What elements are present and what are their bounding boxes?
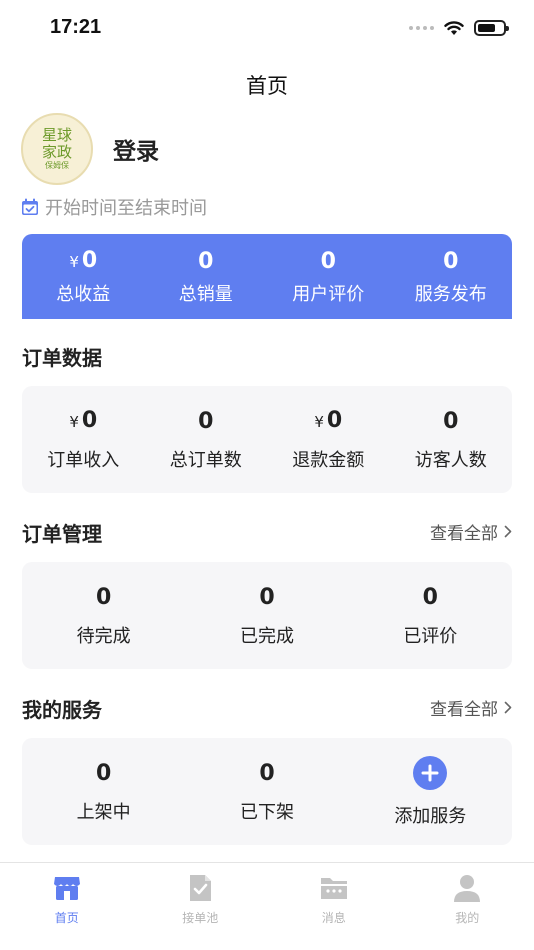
orders-completed[interactable]: 0 已完成 — [185, 562, 348, 669]
summary-banner: ¥0 总收益 0 总销量 0 用户评价 0 服务发布 — [22, 234, 512, 319]
visitor-count[interactable]: 0 访客人数 — [390, 386, 513, 493]
calendar-icon — [22, 198, 38, 215]
status-bar: 17:21 — [0, 0, 534, 58]
battery-icon — [474, 20, 509, 36]
orders-reviewed[interactable]: 0 已评价 — [349, 562, 512, 669]
order-data-title: 订单数据 — [22, 346, 102, 370]
store-icon — [53, 877, 80, 900]
plus-icon — [413, 755, 448, 790]
refund-amount[interactable]: ¥0 退款金额 — [267, 386, 390, 493]
order-income[interactable]: ¥0 订单收入 — [22, 386, 145, 493]
order-manage-card: 0 待完成 0 已完成 0 已评价 — [22, 562, 512, 669]
date-range-label: 开始时间至结束时间 — [45, 198, 207, 219]
tab-order-pool[interactable]: 接单池 — [134, 863, 268, 950]
my-services-card: 0 上架中 0 已下架 添加服务 — [22, 738, 512, 845]
my-services-view-all[interactable]: 查看全部 — [430, 695, 512, 720]
cellular-signal-icon — [409, 26, 434, 30]
tab-home[interactable]: 首页 — [0, 863, 134, 950]
order-data-card: ¥0 订单收入 0 总订单数 ¥0 退款金额 0 访客人数 — [22, 386, 512, 493]
summary-total-revenue[interactable]: ¥0 总收益 — [22, 234, 145, 319]
message-folder-icon — [320, 878, 347, 899]
date-range-picker[interactable]: 开始时间至结束时间 — [21, 194, 207, 220]
page-title: 首页 — [246, 74, 288, 98]
summary-total-sales[interactable]: 0 总销量 — [145, 234, 268, 319]
avatar[interactable]: 星球 家政 保姆保 — [21, 113, 93, 185]
services-unlisted[interactable]: 0 已下架 — [185, 738, 348, 845]
tab-mine[interactable]: 我的 — [401, 863, 534, 950]
clipboard-check-icon — [190, 875, 212, 901]
order-manage-title: 订单管理 — [22, 522, 102, 546]
summary-user-reviews[interactable]: 0 用户评价 — [267, 234, 390, 319]
order-manage-view-all[interactable]: 查看全部 — [430, 519, 512, 544]
wifi-icon — [444, 20, 464, 35]
bottom-tab-bar: 首页 接单池 消息 我的 — [0, 862, 534, 950]
login-link[interactable]: 登录 — [113, 132, 159, 166]
user-icon — [454, 875, 481, 902]
orders-pending[interactable]: 0 待完成 — [22, 562, 185, 669]
chevron-right-icon — [504, 701, 512, 714]
status-time: 17:21 — [50, 16, 102, 38]
total-orders[interactable]: 0 总订单数 — [145, 386, 268, 493]
add-service-button[interactable]: 添加服务 — [349, 738, 512, 845]
summary-services-published[interactable]: 0 服务发布 — [390, 234, 513, 319]
services-listed[interactable]: 0 上架中 — [22, 738, 185, 845]
my-services-title: 我的服务 — [22, 698, 102, 722]
profile-header: 星球 家政 保姆保 登录 — [21, 113, 159, 185]
tab-messages[interactable]: 消息 — [267, 863, 401, 950]
chevron-right-icon — [504, 525, 512, 538]
